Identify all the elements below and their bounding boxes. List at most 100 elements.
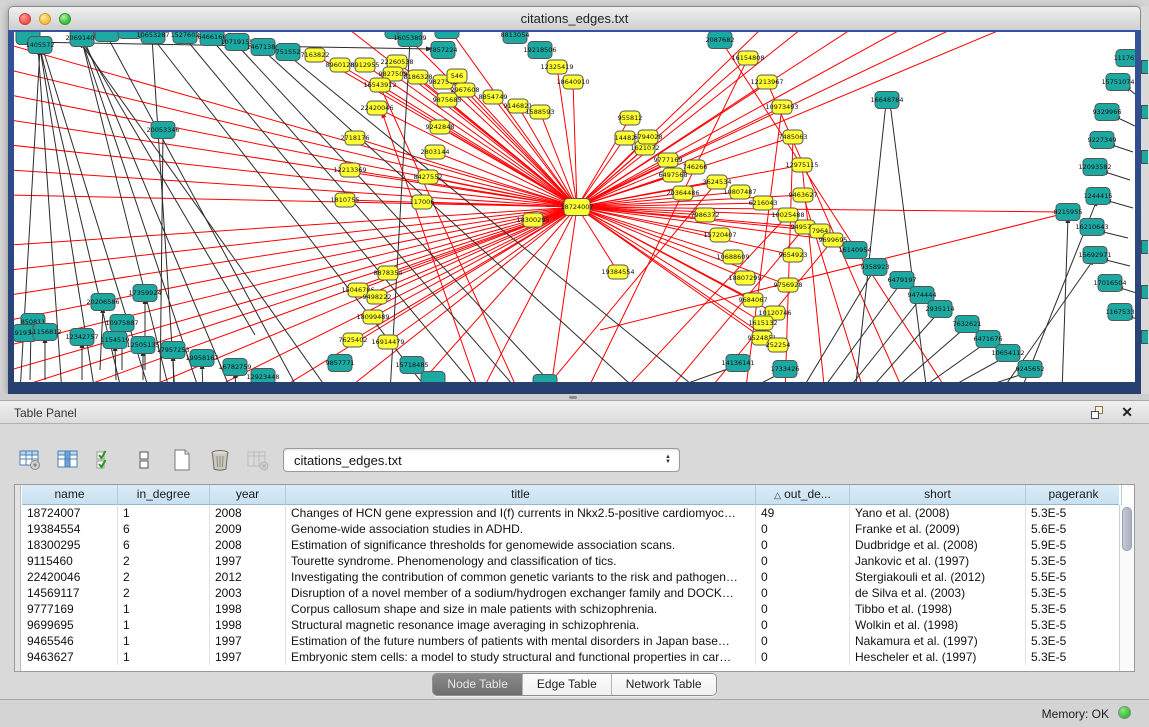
column-header-title[interactable]: title — [286, 485, 756, 505]
cell-name[interactable]: 9463627 — [22, 649, 118, 665]
graph-node[interactable]: 7163822 — [301, 48, 330, 62]
table-row[interactable]: 911546021997Tourette syndrome. Phenomeno… — [22, 553, 1119, 569]
table-row[interactable]: 946362711997Embryonic stem cells: a mode… — [22, 649, 1119, 665]
graph-node[interactable]: 20691406 — [65, 32, 98, 47]
graph-node[interactable]: 8813054 — [501, 32, 530, 44]
graph-node[interactable]: 1405572 — [26, 37, 55, 54]
graph-node[interactable]: 9358923 — [861, 259, 890, 276]
graph-node[interactable]: 12093582 — [1078, 159, 1111, 176]
graph-node[interactable]: 15720407 — [703, 228, 736, 242]
cell-short[interactable]: Tibbo et al. (1998) — [850, 601, 1026, 617]
cell-in_degree[interactable]: 1 — [118, 649, 210, 665]
table-selector-combobox[interactable]: citations_edges.txt ▲▼ — [283, 448, 680, 472]
cell-name[interactable]: 9465546 — [22, 633, 118, 649]
graph-node[interactable] — [533, 375, 557, 383]
graph-node[interactable] — [421, 372, 445, 383]
graph-node[interactable]: 1733426 — [771, 361, 800, 378]
graph-node[interactable]: 7632621 — [953, 316, 982, 333]
graph-node[interactable]: 16210643 — [1075, 219, 1108, 236]
cell-pagerank[interactable]: 5.3E-5 — [1026, 617, 1122, 633]
graph-node[interactable]: 19218506 — [523, 42, 556, 59]
graph-node[interactable]: 16648784 — [870, 92, 903, 109]
cell-title[interactable]: Estimation of significance thresholds fo… — [286, 537, 756, 553]
graph-node[interactable]: 12213369 — [333, 163, 366, 177]
cell-year[interactable]: 2009 — [210, 521, 286, 537]
citation-graph[interactable]: 1405572206914061065328715276026466160107… — [14, 32, 1135, 382]
tab-edge-table[interactable]: Edge Table — [523, 674, 612, 695]
graph-node[interactable]: 751552 — [276, 44, 301, 61]
cell-pagerank[interactable]: 5.6E-5 — [1026, 521, 1122, 537]
graph-node[interactable]: 9654923 — [779, 248, 808, 262]
cell-year[interactable]: 1997 — [210, 649, 286, 665]
graph-node[interactable]: 10653287 — [136, 32, 169, 44]
graph-node[interactable]: 18099489 — [356, 310, 389, 324]
graph-node[interactable]: 9329966 — [1093, 104, 1122, 121]
cell-in_degree[interactable]: 1 — [118, 617, 210, 633]
cell-title[interactable]: Changes of HCN gene expression and I(f) … — [286, 505, 756, 521]
cell-out_de[interactable]: 0 — [756, 633, 850, 649]
graph-node[interactable]: 12505135 — [126, 337, 159, 354]
graph-node[interactable]: 1244415 — [1084, 188, 1113, 205]
column-header-name[interactable]: name — [22, 485, 118, 505]
checklist-icon[interactable] — [92, 446, 120, 474]
column-header-year[interactable]: year — [210, 485, 286, 505]
cell-out_de[interactable]: 0 — [756, 601, 850, 617]
cell-in_degree[interactable]: 2 — [118, 585, 210, 601]
graph-node[interactable]: 10975887 — [105, 315, 138, 332]
cell-title[interactable]: Investigating the contribution of common… — [286, 569, 756, 585]
cell-title[interactable]: Structural magnetic resonance image aver… — [286, 617, 756, 633]
cell-in_degree[interactable]: 1 — [118, 505, 210, 521]
cell-year[interactable]: 1997 — [210, 553, 286, 569]
combobox-stepper-icon[interactable]: ▲▼ — [660, 451, 676, 469]
graph-node[interactable]: 22420046 — [360, 101, 393, 115]
table-settings-icon[interactable] — [16, 446, 44, 474]
cell-pagerank[interactable]: 5.5E-5 — [1026, 569, 1122, 585]
cell-name[interactable]: 19384554 — [22, 521, 118, 537]
cell-out_de[interactable]: 0 — [756, 553, 850, 569]
cell-in_degree[interactable]: 1 — [118, 601, 210, 617]
cell-short[interactable]: Stergiakouli et al. (2012) — [850, 569, 1026, 585]
graph-node[interactable]: 955812 — [618, 111, 643, 125]
cell-out_de[interactable]: 0 — [756, 521, 850, 537]
graph-node[interactable]: 12342757 — [65, 329, 98, 346]
table-row[interactable]: 1938455462009Genome-wide association stu… — [22, 521, 1119, 537]
graph-node[interactable]: 8427552 — [414, 170, 443, 184]
graph-node[interactable]: 19958167 — [185, 350, 218, 367]
cell-name[interactable]: 14569117 — [22, 585, 118, 601]
cell-out_de[interactable]: 0 — [756, 585, 850, 601]
graph-node[interactable]: 14482 — [615, 131, 636, 145]
cell-name[interactable]: 9777169 — [22, 601, 118, 617]
graph-node[interactable]: 2935114 — [926, 301, 955, 318]
cell-in_degree[interactable]: 2 — [118, 553, 210, 569]
cell-title[interactable]: Estimation of the future numbers of pati… — [286, 633, 756, 649]
cell-in_degree[interactable]: 1 — [118, 633, 210, 649]
cell-name[interactable]: 9115460 — [22, 553, 118, 569]
graph-node[interactable]: 14136141 — [721, 355, 754, 372]
cell-pagerank[interactable]: 5.3E-5 — [1026, 649, 1122, 665]
cell-short[interactable]: Jankovic et al. (1997) — [850, 553, 1026, 569]
graph-node[interactable]: 9245652 — [1016, 361, 1045, 378]
cell-short[interactable]: Yano et al. (2008) — [850, 505, 1026, 521]
graph-node[interactable]: 7857224 — [429, 42, 458, 59]
graph-node[interactable]: 1117624 — [1114, 50, 1135, 67]
graph-node[interactable]: 7485063 — [779, 130, 808, 144]
cell-year[interactable]: 1997 — [210, 633, 286, 649]
graph-node[interactable]: 12975115 — [785, 158, 818, 172]
graph-node[interactable]: 17016504 — [1093, 275, 1126, 292]
network-canvas[interactable]: 1405572206914061065328715276026466160107… — [14, 32, 1135, 382]
graph-node[interactable]: 19384554 — [601, 265, 634, 279]
graph-node[interactable]: 11156812 — [28, 324, 61, 341]
graph-node[interactable]: 3624534 — [703, 175, 732, 189]
graph-node[interactable]: 7986372 — [691, 208, 720, 222]
graph-node[interactable]: 9857771 — [326, 355, 355, 372]
cell-out_de[interactable]: 0 — [756, 649, 850, 665]
graph-node[interactable]: 10654112 — [991, 345, 1024, 362]
cell-in_degree[interactable]: 2 — [118, 569, 210, 585]
cell-title[interactable]: Tourette syndrome. Phenomenology and cla… — [286, 553, 756, 569]
cell-out_de[interactable]: 0 — [756, 537, 850, 553]
graph-node[interactable]: 6479197 — [888, 272, 917, 289]
cell-pagerank[interactable]: 5.3E-5 — [1026, 553, 1122, 569]
graph-node[interactable]: 17359924 — [128, 285, 161, 302]
column-header-short[interactable]: short — [850, 485, 1026, 505]
graph-node[interactable]: 2087682 — [706, 32, 735, 49]
